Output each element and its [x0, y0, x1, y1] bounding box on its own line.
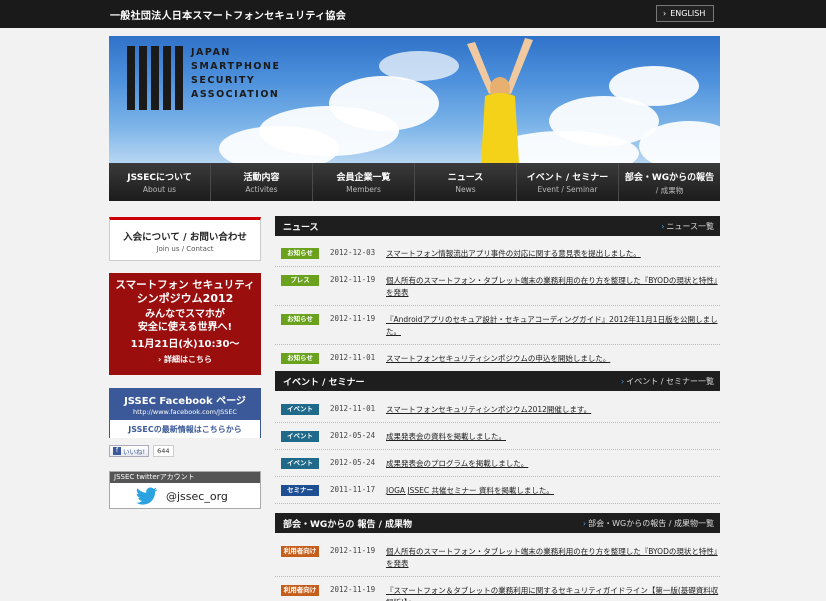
item-date: 2012-05-24: [330, 431, 376, 440]
jssec-logo[interactable]: JAPAN SMARTPHONE SECURITY ASSOCIATION: [127, 46, 280, 110]
category-badge: お知らせ: [281, 353, 319, 364]
reports-more-link[interactable]: › 部会・WGからの報告 / 成果物一覧: [583, 518, 714, 529]
item-link[interactable]: JOGA JSSEC 共催セミナー 資料を掲載しました。: [386, 485, 720, 497]
category-badge: 利用者向け: [281, 546, 319, 557]
category-badge: イベント: [281, 458, 319, 469]
item-link[interactable]: 成果発表会のプログラムを掲載しました。: [386, 458, 720, 470]
main-nav: JSSECについて About us 活動内容 Activites 会員企業一覧 Me…: [109, 163, 720, 201]
news-section-title: ニュース: [283, 222, 319, 233]
list-item: イベント 2012-05-24 成果発表会のプログラムを掲載しました。: [275, 450, 720, 477]
events-list: イベント 2012-11-01 スマートフォンセキュリティシンポジウム2012開…: [275, 396, 720, 504]
child-photo: [467, 38, 533, 163]
item-link[interactable]: 成果発表会の資料を掲載しました。: [386, 431, 720, 443]
like-count: 644: [153, 445, 174, 457]
list-item: イベント 2012-11-01 スマートフォンセキュリティシンポジウム2012開…: [275, 396, 720, 423]
top-bar: 一般社団法人日本スマートフォンセキュリティ協会 › ENGLISH: [0, 0, 826, 28]
category-badge: イベント: [281, 404, 319, 415]
news-section-header: ニュース › ニュース一覧: [275, 216, 720, 236]
list-item: イベント 2012-05-24 成果発表会の資料を掲載しました。: [275, 423, 720, 450]
item-link[interactable]: スマートフォン情報流出アプリ事件の対応に関する意見表を提出しました。: [386, 248, 720, 260]
chevron-right-icon: ›: [582, 518, 587, 528]
item-link[interactable]: 個人所有のスマートフォン・タブレット端末の業務利用の在り方を整理した『BYODの…: [386, 546, 720, 570]
category-badge: 利用者向け: [281, 585, 319, 596]
item-date: 2012-05-24: [330, 458, 376, 467]
events-more-link[interactable]: › イベント / セミナー一覧: [621, 376, 714, 387]
item-date: 2012-11-19: [330, 275, 376, 284]
list-item: 利用者向け 2012-11-19 『スマートフォン＆タブレットの業務利用に関する…: [275, 577, 720, 601]
category-badge: お知らせ: [281, 248, 319, 259]
site-title[interactable]: 一般社団法人日本スマートフォンセキュリティ協会: [110, 7, 346, 22]
list-item: お知らせ 2012-12-03 スマートフォン情報流出アプリ事件の対応に関する意…: [275, 240, 720, 267]
item-date: 2012-11-19: [330, 585, 376, 594]
english-button-label: ENGLISH: [670, 9, 706, 18]
news-more-link[interactable]: › ニュース一覧: [661, 221, 714, 232]
item-date: 2012-12-03: [330, 248, 376, 257]
list-item: 利用者向け 2012-11-19 個人所有のスマートフォン・タブレット端末の業務…: [275, 538, 720, 577]
facebook-banner[interactable]: JSSEC Facebook ページ http://www.facebook.c…: [109, 388, 261, 438]
events-section-header: イベント / セミナー › イベント / セミナー一覧: [275, 371, 720, 391]
nav-members[interactable]: 会員企業一覧 Members: [313, 163, 415, 201]
item-date: 2011-11-17: [330, 485, 376, 494]
list-item: プレス 2012-11-19 個人所有のスマートフォン・タブレット端末の業務利用…: [275, 267, 720, 306]
facebook-like: f いいね! 644: [109, 445, 174, 457]
item-link[interactable]: スマートフォンセキュリティシンポジウムの申込を開始しました。: [386, 353, 720, 365]
hero-banner: JAPAN SMARTPHONE SECURITY ASSOCIATION: [109, 36, 720, 163]
item-link[interactable]: 個人所有のスマートフォン・タブレット端末の業務利用の在り方を整理した『BYODの…: [386, 275, 720, 299]
item-link[interactable]: スマートフォンセキュリティシンポジウム2012開催します。: [386, 404, 720, 416]
item-date: 2012-11-01: [330, 404, 376, 413]
category-badge: セミナー: [281, 485, 319, 496]
category-badge: プレス: [281, 275, 319, 286]
item-date: 2012-11-19: [330, 314, 376, 323]
nav-about[interactable]: JSSECについて About us: [109, 163, 211, 201]
logo-mark: [127, 46, 183, 110]
symposium-banner[interactable]: スマートフォン セキュリティ シンポジウム2012 みんなでスマホが 安全に使え…: [109, 273, 261, 375]
list-item: セミナー 2011-11-17 JOGA JSSEC 共催セミナー 資料を掲載し…: [275, 477, 720, 504]
join-contact-button[interactable]: 入会について / お問い合わせ Join us / Contact: [109, 217, 261, 261]
nav-reports[interactable]: 部会・WGからの報告 / 成果物: [619, 163, 720, 201]
nav-activities[interactable]: 活動内容 Activites: [211, 163, 313, 201]
chevron-right-icon: ›: [621, 376, 625, 386]
item-date: 2012-11-19: [330, 546, 376, 555]
twitter-bird-icon: [136, 487, 158, 505]
reports-section-header: 部会・WGからの 報告 / 成果物 › 部会・WGからの報告 / 成果物一覧: [275, 513, 720, 533]
item-date: 2012-11-01: [330, 353, 376, 362]
news-list: お知らせ 2012-12-03 スマートフォン情報流出アプリ事件の対応に関する意…: [275, 240, 720, 372]
twitter-box: JSSEC twitterアカウント @jssec_org: [109, 471, 261, 509]
facebook-icon: f: [113, 447, 121, 455]
twitter-box-header: JSSEC twitterアカウント: [110, 472, 260, 483]
nav-events[interactable]: イベント / セミナー Event / Seminar: [517, 163, 619, 201]
chevron-right-icon: ›: [663, 9, 667, 18]
reports-section-title: 部会・WGからの 報告 / 成果物: [283, 519, 413, 530]
nav-news[interactable]: ニュース News: [415, 163, 517, 201]
logo-text: JAPAN SMARTPHONE SECURITY ASSOCIATION: [191, 47, 281, 100]
list-item: お知らせ 2012-11-01 スマートフォンセキュリティシンポジウムの申込を開…: [275, 345, 720, 372]
item-link[interactable]: 『Androidアプリのセキュア設計・セキュアコーディングガイド』2012年11…: [386, 314, 720, 338]
events-section-title: イベント / セミナー: [283, 377, 365, 388]
reports-list: 利用者向け 2012-11-19 個人所有のスマートフォン・タブレット端末の業務…: [275, 538, 720, 601]
english-button[interactable]: › ENGLISH: [656, 5, 714, 22]
like-button[interactable]: f いいね!: [109, 445, 150, 457]
twitter-link[interactable]: @jssec_org: [110, 483, 260, 509]
item-link[interactable]: 『スマートフォン＆タブレットの業務利用に関するセキュリティガイドライン【第一版(…: [386, 585, 720, 601]
category-badge: お知らせ: [281, 314, 319, 325]
category-badge: イベント: [281, 431, 319, 442]
chevron-right-icon: ›: [661, 221, 665, 231]
list-item: お知らせ 2012-11-19 『Androidアプリのセキュア設計・セキュアコ…: [275, 306, 720, 345]
